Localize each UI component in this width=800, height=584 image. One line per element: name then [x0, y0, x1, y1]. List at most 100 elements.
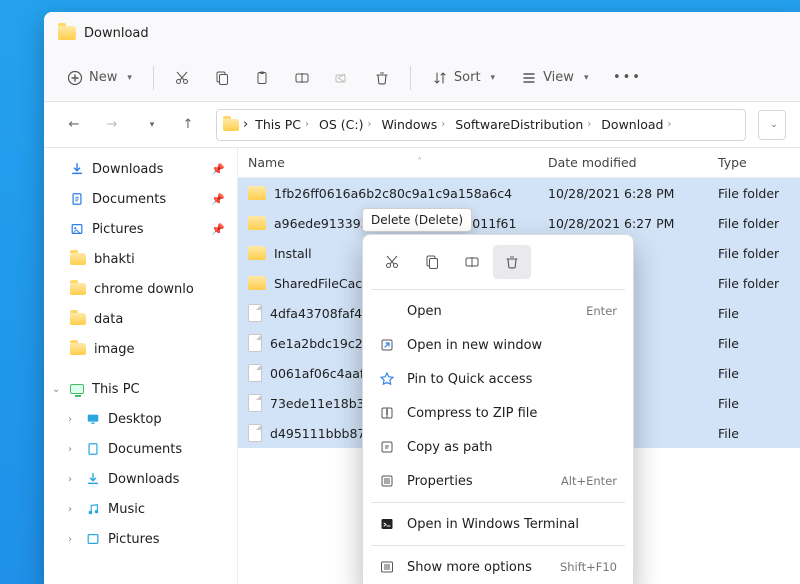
- share-icon: [334, 70, 350, 86]
- sidebar-item-label: Desktop: [108, 412, 162, 427]
- crumb-osc[interactable]: OS (C:)›: [316, 117, 374, 132]
- view-button[interactable]: View ▾: [510, 61, 599, 95]
- copy-path-icon: [379, 439, 395, 455]
- chevron-right-icon: ›: [441, 119, 445, 130]
- chevron-right-icon: ›: [68, 504, 78, 515]
- sidebar-item-downloads2[interactable]: ›Downloads: [46, 464, 235, 494]
- sidebar-item-documents[interactable]: Documents📌: [46, 184, 235, 214]
- content-pane: Name˄ Date modified Type 1fb26ff0616a6b2…: [238, 148, 800, 584]
- body: Downloads📌 Documents📌 Pictures📌 bhakti c…: [44, 148, 800, 584]
- sidebar-item-downloads[interactable]: Downloads📌: [46, 154, 235, 184]
- separator: [371, 502, 625, 503]
- column-headers[interactable]: Name˄ Date modified Type: [238, 148, 800, 178]
- ctx-zip[interactable]: Compress to ZIP file: [369, 396, 627, 430]
- chevron-right-icon: ›: [587, 119, 591, 130]
- new-button[interactable]: New ▾: [56, 61, 143, 95]
- context-quick-actions: [369, 243, 627, 285]
- titlebar: Download: [44, 12, 800, 54]
- up-button[interactable]: ↑: [172, 110, 204, 140]
- rename-button[interactable]: [284, 61, 320, 95]
- folder-icon: [248, 276, 266, 290]
- ctx-copy[interactable]: [413, 245, 451, 279]
- share-button[interactable]: [324, 61, 360, 95]
- breadcrumb[interactable]: › This PC› OS (C:)› Windows› SoftwareDis…: [216, 109, 746, 141]
- scissors-icon: [174, 70, 190, 86]
- new-button-label: New: [89, 70, 117, 85]
- crumb-swd[interactable]: SoftwareDistribution›: [452, 117, 594, 132]
- folder-icon: [70, 313, 86, 325]
- ctx-terminal[interactable]: Open in Windows Terminal: [369, 507, 627, 541]
- shortcut: Enter: [586, 304, 617, 318]
- sort-button[interactable]: Sort ▾: [421, 61, 506, 95]
- sidebar-item-thispc[interactable]: ⌄This PC: [46, 374, 235, 404]
- ctx-open[interactable]: OpenEnter: [369, 294, 627, 328]
- pin-icon: 📌: [211, 193, 225, 206]
- table-row[interactable]: 1fb26ff0616a6b2c80c9a1c9a158a6c410/28/20…: [238, 178, 800, 208]
- file-explorer-window: Download New ▾ Sort ▾ View ▾ ••• ← →: [44, 12, 800, 584]
- sidebar-item-label: chrome downlo: [94, 282, 194, 297]
- sidebar-item-pictures[interactable]: Pictures📌: [46, 214, 235, 244]
- ctx-copy-path[interactable]: Copy as path: [369, 430, 627, 464]
- ctx-properties[interactable]: PropertiesAlt+Enter: [369, 464, 627, 498]
- sidebar-item-music[interactable]: ›Music: [46, 494, 235, 524]
- ctx-more[interactable]: Show more optionsShift+F10: [369, 550, 627, 584]
- ctx-open-new[interactable]: Open in new window: [369, 328, 627, 362]
- terminal-icon: [379, 516, 395, 532]
- back-button[interactable]: ←: [58, 110, 90, 140]
- file-icon: [248, 364, 262, 382]
- sidebar-item-desktop[interactable]: ›Desktop: [46, 404, 235, 434]
- sidebar-item-chrome[interactable]: chrome downlo: [46, 274, 235, 304]
- more-button[interactable]: •••: [609, 61, 645, 95]
- sidebar-item-image[interactable]: image: [46, 334, 235, 364]
- folder-icon: [70, 343, 86, 355]
- col-date[interactable]: Date modified: [548, 155, 718, 170]
- ctx-rename[interactable]: [453, 245, 491, 279]
- file-icon: [248, 334, 262, 352]
- ctx-delete[interactable]: [493, 245, 531, 279]
- plus-circle-icon: [67, 70, 83, 86]
- sidebar-item-data[interactable]: data: [46, 304, 235, 334]
- scissors-icon: [384, 254, 400, 270]
- sidebar-item-bhakti[interactable]: bhakti: [46, 244, 235, 274]
- sidebar-item-label: bhakti: [94, 252, 135, 267]
- more-icon: [379, 559, 395, 575]
- crumb-download[interactable]: Download›: [598, 117, 674, 132]
- chevron-down-icon: ▾: [491, 73, 496, 83]
- cell-type: File: [718, 396, 790, 411]
- cell-type: File folder: [718, 216, 790, 231]
- cell-type: File: [718, 366, 790, 381]
- delete-button[interactable]: [364, 61, 400, 95]
- crumb-thispc[interactable]: This PC›: [252, 117, 312, 132]
- shortcut: Alt+Enter: [561, 474, 617, 488]
- chevron-down-icon: ⌄: [52, 384, 62, 395]
- file-icon: [248, 304, 262, 322]
- divider: [410, 66, 411, 90]
- pin-icon: 📌: [211, 163, 225, 176]
- document-icon: [70, 192, 84, 206]
- sidebar-item-pictures2[interactable]: ›Pictures: [46, 524, 235, 554]
- crumb-windows[interactable]: Windows›: [378, 117, 448, 132]
- copy-button[interactable]: [204, 61, 240, 95]
- arrow-up-icon: ↑: [183, 117, 194, 132]
- paste-button[interactable]: [244, 61, 280, 95]
- breadcrumb-drop[interactable]: ⌄: [758, 110, 786, 140]
- ctx-cut[interactable]: [373, 245, 411, 279]
- trash-icon: [374, 70, 390, 86]
- ctx-pin[interactable]: Pin to Quick access: [369, 362, 627, 396]
- forward-button[interactable]: →: [96, 110, 128, 140]
- nav-row: ← → ▾ ↑ › This PC› OS (C:)› Windows› Sof…: [44, 102, 800, 148]
- file-icon: [248, 394, 262, 412]
- chevron-right-icon: ›: [243, 117, 248, 132]
- recent-button[interactable]: ▾: [134, 110, 166, 140]
- star-icon: [379, 371, 395, 387]
- chevron-right-icon: ›: [305, 119, 309, 130]
- col-name[interactable]: Name˄: [248, 155, 548, 170]
- cell-date: 10/28/2021 6:27 PM: [548, 216, 718, 231]
- sidebar-item-documents2[interactable]: ›Documents: [46, 434, 235, 464]
- col-type[interactable]: Type: [718, 155, 790, 170]
- document-icon: [86, 442, 100, 456]
- thispc-icon: [70, 384, 84, 394]
- context-menu: OpenEnter Open in new window Pin to Quic…: [362, 234, 634, 584]
- file-icon: [248, 424, 262, 442]
- cut-button[interactable]: [164, 61, 200, 95]
